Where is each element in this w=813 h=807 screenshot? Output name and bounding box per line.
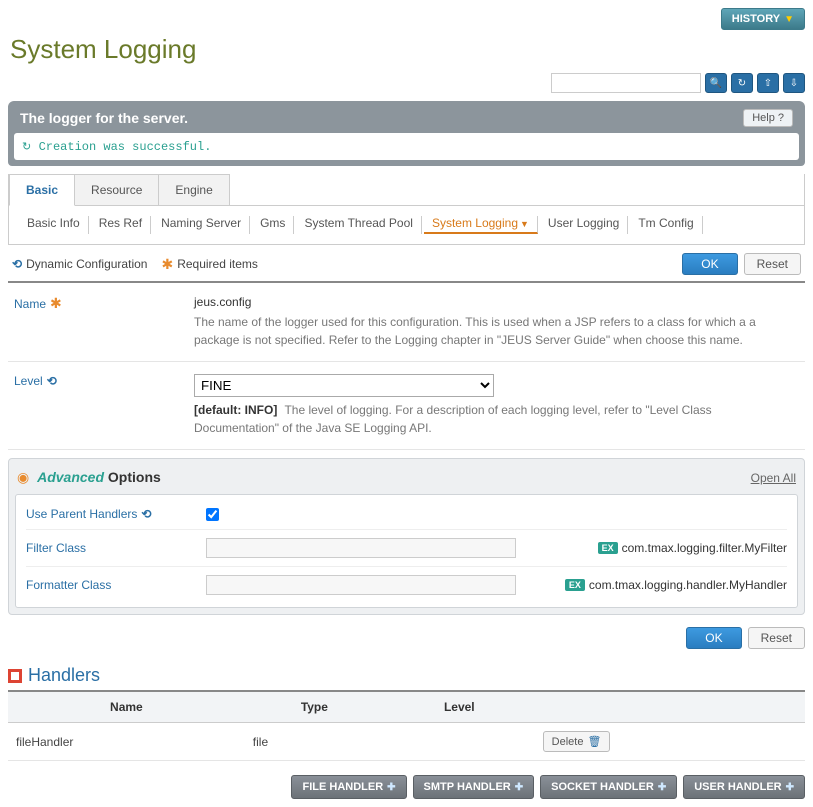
chevron-down-icon: ▼ — [520, 219, 529, 229]
legend-dynamic: ⟲Dynamic Configuration — [12, 257, 147, 271]
filter-class-input[interactable] — [206, 538, 516, 558]
options-label: Options — [108, 469, 161, 485]
handlers-table: Name Type Level fileHandler file Delete … — [8, 692, 805, 761]
table-row: fileHandler file Delete 🗑 — [8, 723, 805, 761]
col-level: Level — [384, 692, 535, 723]
plus-icon: ✚ — [786, 782, 794, 793]
banner-title: The logger for the server. — [20, 110, 188, 126]
handlers-title: Handlers — [28, 665, 100, 686]
plus-icon: ✚ — [515, 782, 523, 793]
tab-resource[interactable]: Resource — [74, 174, 159, 205]
banner-message: Creation was successful. — [39, 140, 212, 154]
level-label: Level — [14, 374, 43, 388]
tab-engine[interactable]: Engine — [158, 174, 229, 205]
ok-button-2[interactable]: OK — [686, 627, 741, 649]
refresh-icon: ↻ — [738, 78, 746, 89]
form-row-name: Name ✱ jeus.config The name of the logge… — [8, 283, 805, 362]
col-type: Type — [245, 692, 384, 723]
cell-level — [384, 723, 535, 761]
col-action — [535, 692, 805, 723]
subtab-user-logging[interactable]: User Logging — [540, 216, 628, 234]
col-name: Name — [8, 692, 245, 723]
subtab-naming-server[interactable]: Naming Server — [153, 216, 250, 234]
required-icon: ✱ — [50, 295, 62, 312]
filter-class-example: com.tmax.logging.filter.MyFilter — [622, 541, 787, 555]
refresh-button[interactable]: ↻ — [731, 73, 753, 93]
search-icon: 🔍 — [710, 78, 722, 89]
ok-button[interactable]: OK — [682, 253, 737, 275]
main-tabs: Basic Resource Engine — [9, 174, 804, 206]
user-handler-button[interactable]: USER HANDLER✚ — [683, 775, 805, 799]
legend-required: ✱Required items — [161, 256, 257, 273]
delete-label: Delete — [552, 736, 584, 748]
xml-import-icon: ⇩ — [790, 78, 798, 89]
delete-icon: 🗑 — [587, 735, 601, 748]
required-icon: ✱ — [161, 256, 173, 273]
xml-export-button[interactable]: ⇧ — [757, 73, 779, 93]
advanced-options: ◉ Advanced Options Open All Use Parent H… — [8, 458, 805, 615]
advanced-label: Advanced — [37, 469, 104, 485]
ex-badge: EX — [598, 542, 618, 554]
subtab-gms[interactable]: Gms — [252, 216, 294, 234]
banner: The logger for the server. Help ? ↻ Crea… — [8, 101, 805, 166]
cell-type: file — [245, 723, 384, 761]
xml-export-icon: ⇧ — [764, 78, 772, 89]
formatter-class-input[interactable] — [206, 575, 516, 595]
sync-icon: ⟲ — [47, 374, 57, 388]
use-parent-label: Use Parent Handlers — [26, 507, 137, 521]
plus-icon: ✚ — [387, 782, 395, 793]
use-parent-checkbox[interactable] — [206, 508, 219, 521]
subtab-tm-config[interactable]: Tm Config — [630, 216, 702, 234]
reset-button[interactable]: Reset — [744, 253, 801, 275]
file-handler-button[interactable]: FILE HANDLER✚ — [291, 775, 406, 799]
reset-button-2[interactable]: Reset — [748, 627, 805, 649]
delete-button[interactable]: Delete 🗑 — [543, 731, 611, 752]
filter-class-label: Filter Class — [26, 541, 86, 555]
sync-icon: ⟲ — [141, 507, 151, 521]
name-desc: The name of the logger used for this con… — [194, 313, 799, 349]
chevron-down-icon: ▼ — [784, 14, 794, 25]
history-label: HISTORY — [732, 13, 780, 25]
ex-badge: EX — [565, 579, 585, 591]
socket-handler-button[interactable]: SOCKET HANDLER✚ — [540, 775, 677, 799]
page-title: System Logging — [10, 34, 805, 65]
formatter-class-example: com.tmax.logging.handler.MyHandler — [589, 578, 787, 592]
sync-icon: ⟲ — [12, 257, 22, 271]
open-all-link[interactable]: Open All — [751, 471, 796, 485]
name-label: Name — [14, 297, 46, 311]
subtab-system-logging[interactable]: System Logging▼ — [424, 216, 538, 234]
level-select[interactable]: FINE — [194, 374, 494, 397]
tab-basic[interactable]: Basic — [9, 174, 75, 206]
form-row-level: Level ⟲ FINE [default: INFO] The level o… — [8, 362, 805, 450]
success-icon: ↻ — [22, 141, 31, 153]
cell-name: fileHandler — [8, 723, 245, 761]
handlers-icon — [8, 669, 22, 683]
shield-icon: ◉ — [17, 469, 29, 485]
name-value: jeus.config — [194, 295, 799, 309]
xml-import-button[interactable]: ⇩ — [783, 73, 805, 93]
smtp-handler-button[interactable]: SMTP HANDLER✚ — [413, 775, 535, 799]
search-button[interactable]: 🔍 — [705, 73, 727, 93]
help-button[interactable]: Help ? — [743, 109, 793, 127]
search-input[interactable] — [551, 73, 701, 93]
formatter-class-label: Formatter Class — [26, 578, 111, 592]
level-default: [default: INFO] — [194, 403, 277, 417]
subtab-basic-info[interactable]: Basic Info — [19, 216, 89, 234]
subtab-system-thread-pool[interactable]: System Thread Pool — [296, 216, 422, 234]
history-button[interactable]: HISTORY ▼ — [721, 8, 805, 30]
plus-icon: ✚ — [658, 782, 666, 793]
sub-tabs: Basic Info Res Ref Naming Server Gms Sys… — [9, 206, 804, 244]
subtab-res-ref[interactable]: Res Ref — [91, 216, 151, 234]
